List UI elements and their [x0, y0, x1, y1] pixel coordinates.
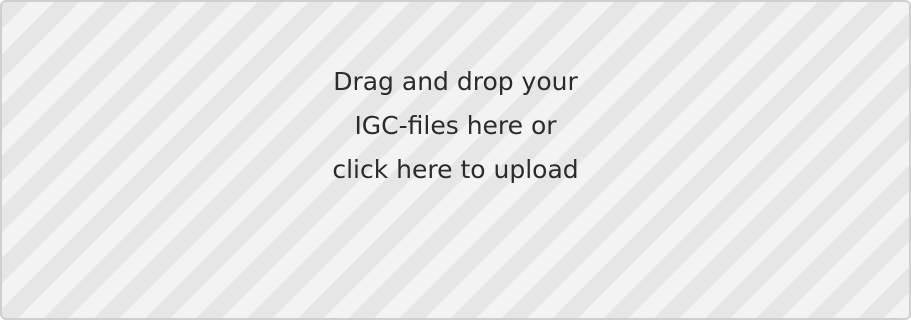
upload-instruction-line-3: click here to upload — [332, 155, 579, 184]
upload-instruction-line-1: Drag and drop your — [333, 67, 578, 96]
file-upload-dropzone[interactable]: Drag and drop your IGC-files here or cli… — [0, 0, 911, 320]
upload-instructions: Drag and drop your IGC-files here or cli… — [2, 60, 909, 192]
upload-instruction-line-2: IGC-files here or — [354, 111, 557, 140]
